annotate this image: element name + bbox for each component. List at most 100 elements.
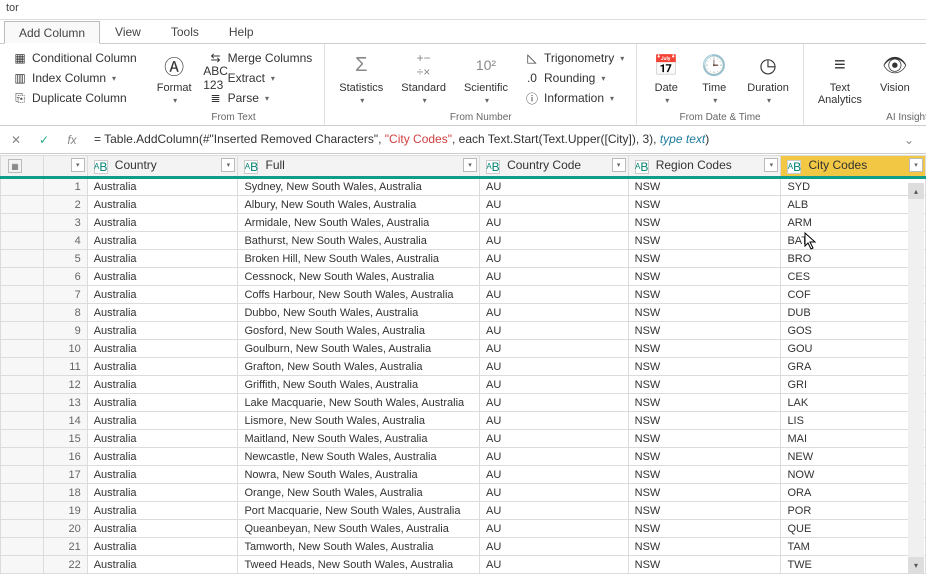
- cell[interactable]: Broken Hill, New South Wales, Australia: [238, 250, 480, 268]
- duration-button[interactable]: ◷ Duration: [741, 48, 795, 107]
- cell[interactable]: Australia: [87, 340, 238, 358]
- trigonometry-button[interactable]: ◺ Trigonometry: [520, 48, 628, 68]
- cell[interactable]: Cessnock, New South Wales, Australia: [238, 268, 480, 286]
- cell[interactable]: NSW: [628, 304, 781, 322]
- cell[interactable]: NSW: [628, 340, 781, 358]
- vertical-scrollbar[interactable]: ▴ ▾: [908, 183, 924, 573]
- cell[interactable]: Nowra, New South Wales, Australia: [238, 466, 480, 484]
- cell[interactable]: NSW: [628, 376, 781, 394]
- cell[interactable]: Australia: [87, 448, 238, 466]
- cell[interactable]: Australia: [87, 304, 238, 322]
- col-header-country-code[interactable]: AB Country Code ▾: [480, 156, 629, 178]
- cell[interactable]: Lake Macquarie, New South Wales, Austral…: [238, 394, 480, 412]
- table-row[interactable]: 9AustraliaGosford, New South Wales, Aust…: [1, 322, 926, 340]
- cell[interactable]: AU: [480, 376, 629, 394]
- date-button[interactable]: 📅 Date: [645, 48, 687, 107]
- cell[interactable]: AU: [480, 502, 629, 520]
- cell[interactable]: NSW: [628, 322, 781, 340]
- cell[interactable]: Albury, New South Wales, Australia: [238, 196, 480, 214]
- cell[interactable]: NSW: [628, 268, 781, 286]
- cell[interactable]: NSW: [628, 232, 781, 250]
- cell[interactable]: GRI: [781, 376, 926, 394]
- cell[interactable]: Australia: [87, 502, 238, 520]
- cell[interactable]: LAK: [781, 394, 926, 412]
- cell[interactable]: NSW: [628, 484, 781, 502]
- cell[interactable]: TWE: [781, 556, 926, 574]
- cell[interactable]: TAM: [781, 538, 926, 556]
- cell[interactable]: Maitland, New South Wales, Australia: [238, 430, 480, 448]
- parse-button[interactable]: ≣ Parse: [204, 88, 317, 108]
- cell[interactable]: Australia: [87, 232, 238, 250]
- cell[interactable]: AU: [480, 286, 629, 304]
- cell[interactable]: BRO: [781, 250, 926, 268]
- cell[interactable]: AU: [480, 214, 629, 232]
- cell[interactable]: LIS: [781, 412, 926, 430]
- cell[interactable]: Gosford, New South Wales, Australia: [238, 322, 480, 340]
- cell[interactable]: COF: [781, 286, 926, 304]
- cell[interactable]: AU: [480, 412, 629, 430]
- azure-ml-button[interactable]: △ Azure Machine Learning: [922, 48, 926, 108]
- tab-help[interactable]: Help: [214, 20, 269, 43]
- cell[interactable]: SYD: [781, 178, 926, 196]
- cell[interactable]: AU: [480, 430, 629, 448]
- cell[interactable]: Armidale, New South Wales, Australia: [238, 214, 480, 232]
- cell[interactable]: AU: [480, 232, 629, 250]
- cell[interactable]: Queanbeyan, New South Wales, Australia: [238, 520, 480, 538]
- cell[interactable]: Orange, New South Wales, Australia: [238, 484, 480, 502]
- table-row[interactable]: 1AustraliaSydney, New South Wales, Austr…: [1, 178, 926, 196]
- table-row[interactable]: 8AustraliaDubbo, New South Wales, Austra…: [1, 304, 926, 322]
- cell[interactable]: Australia: [87, 322, 238, 340]
- table-row[interactable]: 19AustraliaPort Macquarie, New South Wal…: [1, 502, 926, 520]
- scroll-up-icon[interactable]: ▴: [908, 183, 924, 199]
- cell[interactable]: NSW: [628, 214, 781, 232]
- table-row[interactable]: 5AustraliaBroken Hill, New South Wales, …: [1, 250, 926, 268]
- table-row[interactable]: 14AustraliaLismore, New South Wales, Aus…: [1, 412, 926, 430]
- cell[interactable]: AU: [480, 358, 629, 376]
- cell[interactable]: Australia: [87, 268, 238, 286]
- cell[interactable]: Grafton, New South Wales, Australia: [238, 358, 480, 376]
- statistics-button[interactable]: Σ Statistics: [333, 48, 389, 107]
- rounding-button[interactable]: .0 Rounding: [520, 68, 628, 88]
- tab-view[interactable]: View: [100, 20, 156, 43]
- cell[interactable]: AU: [480, 538, 629, 556]
- filter-icon[interactable]: ▾: [764, 158, 778, 172]
- filter-icon[interactable]: ▾: [909, 158, 923, 172]
- cell[interactable]: Bathurst, New South Wales, Australia: [238, 232, 480, 250]
- cell[interactable]: Australia: [87, 286, 238, 304]
- vision-button[interactable]: 👁 Vision: [874, 48, 916, 96]
- time-button[interactable]: 🕒 Time: [693, 48, 735, 107]
- cell[interactable]: NSW: [628, 448, 781, 466]
- cell[interactable]: Australia: [87, 466, 238, 484]
- cell[interactable]: AU: [480, 520, 629, 538]
- cell[interactable]: NSW: [628, 412, 781, 430]
- cell[interactable]: ALB: [781, 196, 926, 214]
- scientific-button[interactable]: 10² Scientific: [458, 48, 514, 107]
- scroll-down-icon[interactable]: ▾: [908, 557, 924, 573]
- cell[interactable]: Australia: [87, 376, 238, 394]
- accept-formula-button[interactable]: ✓: [34, 130, 54, 150]
- cell[interactable]: ORA: [781, 484, 926, 502]
- table-row[interactable]: 4AustraliaBathurst, New South Wales, Aus…: [1, 232, 926, 250]
- cell[interactable]: NOW: [781, 466, 926, 484]
- cell[interactable]: NSW: [628, 520, 781, 538]
- cell[interactable]: DUB: [781, 304, 926, 322]
- cell[interactable]: Australia: [87, 178, 238, 196]
- table-row[interactable]: 2AustraliaAlbury, New South Wales, Austr…: [1, 196, 926, 214]
- table-row[interactable]: 15AustraliaMaitland, New South Wales, Au…: [1, 430, 926, 448]
- table-row[interactable]: 16AustraliaNewcastle, New South Wales, A…: [1, 448, 926, 466]
- cell[interactable]: AU: [480, 484, 629, 502]
- filter-icon[interactable]: ▾: [463, 158, 477, 172]
- table-corner[interactable]: ▦: [1, 156, 44, 178]
- table-row[interactable]: 21AustraliaTamworth, New South Wales, Au…: [1, 538, 926, 556]
- extract-button[interactable]: ABC123 Extract: [204, 68, 317, 88]
- cell[interactable]: NSW: [628, 250, 781, 268]
- table-row[interactable]: 11AustraliaGrafton, New South Wales, Aus…: [1, 358, 926, 376]
- cell[interactable]: Australia: [87, 538, 238, 556]
- cell[interactable]: ARM: [781, 214, 926, 232]
- filter-icon[interactable]: ▾: [71, 158, 85, 172]
- cell[interactable]: AU: [480, 178, 629, 196]
- col-header-city-codes[interactable]: AB City Codes ▾: [781, 156, 926, 178]
- table-row[interactable]: 13AustraliaLake Macquarie, New South Wal…: [1, 394, 926, 412]
- cell[interactable]: Coffs Harbour, New South Wales, Australi…: [238, 286, 480, 304]
- cell[interactable]: POR: [781, 502, 926, 520]
